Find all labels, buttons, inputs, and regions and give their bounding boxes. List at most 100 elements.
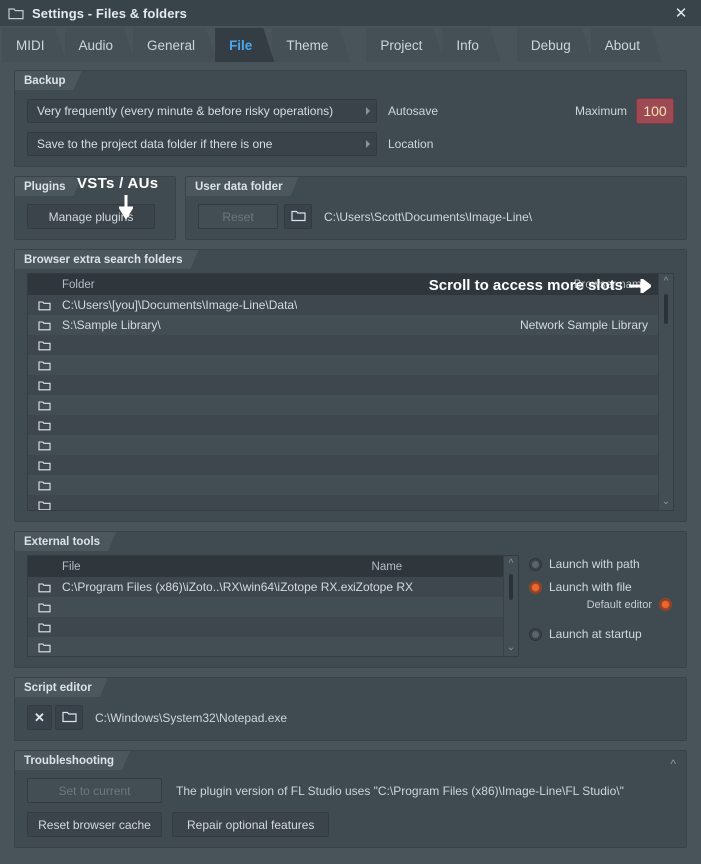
tab-label: General (147, 37, 196, 53)
column-header-browser-name: Browser name (573, 278, 648, 291)
tab-info[interactable]: Info (442, 28, 501, 62)
scrollbar-thumb[interactable] (509, 574, 513, 600)
folder-icon (28, 440, 62, 451)
table-row[interactable] (28, 597, 503, 617)
close-button[interactable]: ✕ (671, 3, 691, 23)
browser-folders-list-main: Folder Browser name C:\Users\[you]\Docum… (28, 274, 658, 510)
window-title: Settings - Files & folders (32, 5, 188, 21)
option-label: Launch with path (549, 557, 640, 571)
troubleshooting-group: Troubleshooting ^ Set to current The plu… (14, 750, 687, 848)
option-launch-at-startup[interactable]: Launch at startup (529, 627, 674, 641)
table-row[interactable] (28, 455, 658, 475)
reset-user-data-button[interactable]: Reset (198, 204, 278, 229)
table-row[interactable] (28, 395, 658, 415)
folder-icon (28, 340, 62, 351)
browser-folders-scrollbar[interactable]: ^ ⌄ (658, 274, 673, 510)
plugins-userdata-row: Plugins Manage plugins VSTs / AUs User d… (14, 175, 687, 240)
option-launch-with-file[interactable]: Launch with file (529, 580, 674, 594)
repair-optional-features-button[interactable]: Repair optional features (172, 812, 330, 837)
tab-theme[interactable]: Theme (272, 28, 350, 62)
external-tools-body: File Name C:\Program Files (x86)\iZoto..… (15, 551, 686, 667)
chevron-right-icon (366, 107, 370, 115)
radio-launch-at-startup[interactable] (529, 627, 542, 641)
cell-folder: C:\Users\[you]\Documents\Image-Line\Data… (62, 298, 298, 312)
manage-plugins-button[interactable]: Manage plugins (27, 204, 155, 229)
radio-launch-with-file[interactable] (529, 580, 542, 594)
troubleshooting-row-top: Set to current The plugin version of FL … (27, 778, 674, 803)
table-row[interactable] (28, 355, 658, 375)
tab-project[interactable]: Project (366, 28, 444, 62)
troubleshooting-note: The plugin version of FL Studio uses "C:… (176, 783, 624, 798)
troubleshooting-row-bottom: Reset browser cache Repair optional feat… (27, 812, 674, 837)
backup-title: Backup (15, 71, 82, 90)
folder-icon (28, 500, 62, 511)
tab-file[interactable]: File (215, 28, 274, 62)
table-row[interactable] (28, 375, 658, 395)
table-row[interactable]: C:\Users\[you]\Documents\Image-Line\Data… (28, 295, 658, 315)
troubleshooting-header: Troubleshooting ^ (15, 751, 686, 771)
external-tools-options: Launch with path Launch with file Defaul… (529, 555, 674, 657)
maximum-control: Maximum 100 (575, 98, 674, 124)
user-data-body: Reset C:\Users\Scott\Documents\Image-Lin… (186, 196, 686, 239)
chevron-down-icon[interactable]: ⌄ (507, 643, 515, 653)
settings-tab-bar: MIDI Audio General File Theme Project In… (0, 26, 701, 62)
reset-browser-cache-button[interactable]: Reset browser cache (27, 812, 162, 837)
user-data-title: User data folder (186, 177, 299, 196)
browse-script-editor-button[interactable] (55, 705, 83, 730)
tab-general[interactable]: General (133, 28, 217, 62)
autosave-value: Very frequently (every minute & before r… (37, 104, 334, 118)
table-row[interactable]: S:\Sample Library\ Network Sample Library (28, 315, 658, 335)
location-value: Save to the project data folder if there… (37, 137, 273, 151)
table-row[interactable] (28, 495, 658, 510)
location-label: Location (388, 137, 434, 151)
folder-icon (28, 642, 62, 653)
tab-label: Info (456, 37, 479, 53)
table-row[interactable] (28, 637, 503, 656)
folder-icon (28, 360, 62, 371)
folder-icon (28, 420, 62, 431)
script-editor-path: C:\Windows\System32\Notepad.exe (95, 710, 288, 725)
location-dropdown[interactable]: Save to the project data folder if there… (27, 132, 377, 156)
table-row[interactable] (28, 415, 658, 435)
option-launch-with-path[interactable]: Launch with path (529, 557, 674, 571)
script-editor-group: Script editor ✕ C:\Windows\System32\Note… (14, 677, 687, 741)
radio-launch-with-path[interactable] (529, 557, 542, 571)
tab-audio[interactable]: Audio (65, 28, 136, 62)
set-to-current-button[interactable]: Set to current (27, 778, 162, 803)
external-tools-scrollbar[interactable]: ^ ⌄ (503, 556, 518, 656)
cell-folder: S:\Sample Library\ (62, 318, 161, 332)
chevron-up-icon[interactable]: ^ (509, 559, 514, 569)
tab-about[interactable]: About (591, 28, 662, 62)
radio-default-editor[interactable] (659, 598, 672, 611)
folder-icon (28, 622, 62, 633)
chevron-up-icon[interactable]: ^ (670, 757, 676, 771)
chevron-up-icon[interactable]: ^ (664, 277, 669, 287)
clear-script-editor-button[interactable]: ✕ (27, 705, 52, 730)
script-editor-body: ✕ C:\Windows\System32\Notepad.exe (15, 697, 686, 740)
table-row[interactable] (28, 617, 503, 637)
maximum-value-field[interactable]: 100 (636, 98, 674, 124)
tab-label: Debug (530, 37, 571, 53)
tab-debug[interactable]: Debug (517, 28, 593, 62)
table-row[interactable]: C:\Program Files (x86)\iZoto..\RX\win64\… (28, 577, 503, 597)
chevron-down-icon[interactable]: ⌄ (662, 497, 670, 507)
folder-icon (28, 380, 62, 391)
option-label: Launch with file (549, 580, 632, 594)
title-bar: Settings - Files & folders ✕ (0, 0, 701, 26)
plugins-body: Manage plugins (15, 196, 175, 239)
external-tools-rows: C:\Program Files (x86)\iZoto..\RX\win64\… (28, 577, 503, 656)
user-data-folder-group: User data folder Reset C:\Users\Scott\Do… (185, 176, 687, 240)
tab-midi[interactable]: MIDI (2, 28, 67, 62)
folder-icon (28, 300, 62, 311)
option-default-editor[interactable]: Default editor (529, 598, 674, 611)
browser-folders-list-header: Folder Browser name (28, 274, 658, 295)
table-row[interactable] (28, 435, 658, 455)
external-tools-title: External tools (15, 532, 116, 551)
autosave-dropdown[interactable]: Very frequently (every minute & before r… (27, 99, 377, 123)
tab-label: Project (380, 37, 423, 53)
table-row[interactable] (28, 335, 658, 355)
table-row[interactable] (28, 475, 658, 495)
script-editor-title: Script editor (15, 678, 108, 697)
scrollbar-thumb[interactable] (664, 294, 668, 324)
browse-user-data-button[interactable] (284, 204, 312, 229)
